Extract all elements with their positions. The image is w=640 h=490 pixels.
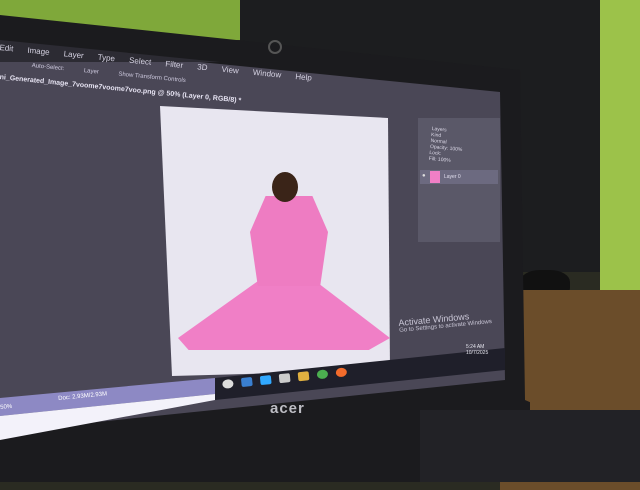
clock-date: 10/7/2025 bbox=[466, 350, 489, 356]
keyboard bbox=[420, 410, 640, 482]
eye-icon[interactable]: ● bbox=[422, 173, 426, 179]
zoom-level[interactable]: 50% bbox=[0, 404, 13, 411]
layer-thumbnail bbox=[430, 171, 440, 183]
firefox-icon[interactable] bbox=[335, 367, 348, 378]
model-head bbox=[272, 172, 298, 202]
menu-view[interactable]: View bbox=[221, 65, 239, 76]
menu-filter[interactable]: Filter bbox=[165, 59, 184, 70]
mail-icon[interactable] bbox=[278, 373, 291, 384]
chrome-icon[interactable] bbox=[316, 369, 329, 380]
pink-dress-bodice bbox=[250, 196, 328, 286]
menu-3d[interactable]: 3D bbox=[197, 62, 208, 72]
acer-logo: acer bbox=[270, 400, 305, 417]
photoshop-icon[interactable] bbox=[259, 375, 272, 386]
menu-type[interactable]: Type bbox=[97, 53, 115, 64]
layer-name: Layer 0 bbox=[444, 174, 461, 180]
menu-edit[interactable]: Edit bbox=[0, 43, 14, 53]
system-clock[interactable]: 5:24 AM 10/7/2025 bbox=[466, 344, 488, 356]
menu-layer[interactable]: Layer bbox=[63, 49, 84, 60]
layers-tab[interactable]: Layers Kind Normal Opacity: 100% Lock: F… bbox=[428, 126, 464, 165]
file-explorer-icon[interactable] bbox=[297, 371, 310, 382]
green-wall-right bbox=[600, 0, 640, 300]
search-icon[interactable] bbox=[222, 378, 234, 389]
webcam-icon bbox=[268, 40, 282, 54]
menu-help[interactable]: Help bbox=[295, 72, 312, 83]
edge-icon[interactable] bbox=[240, 376, 253, 388]
